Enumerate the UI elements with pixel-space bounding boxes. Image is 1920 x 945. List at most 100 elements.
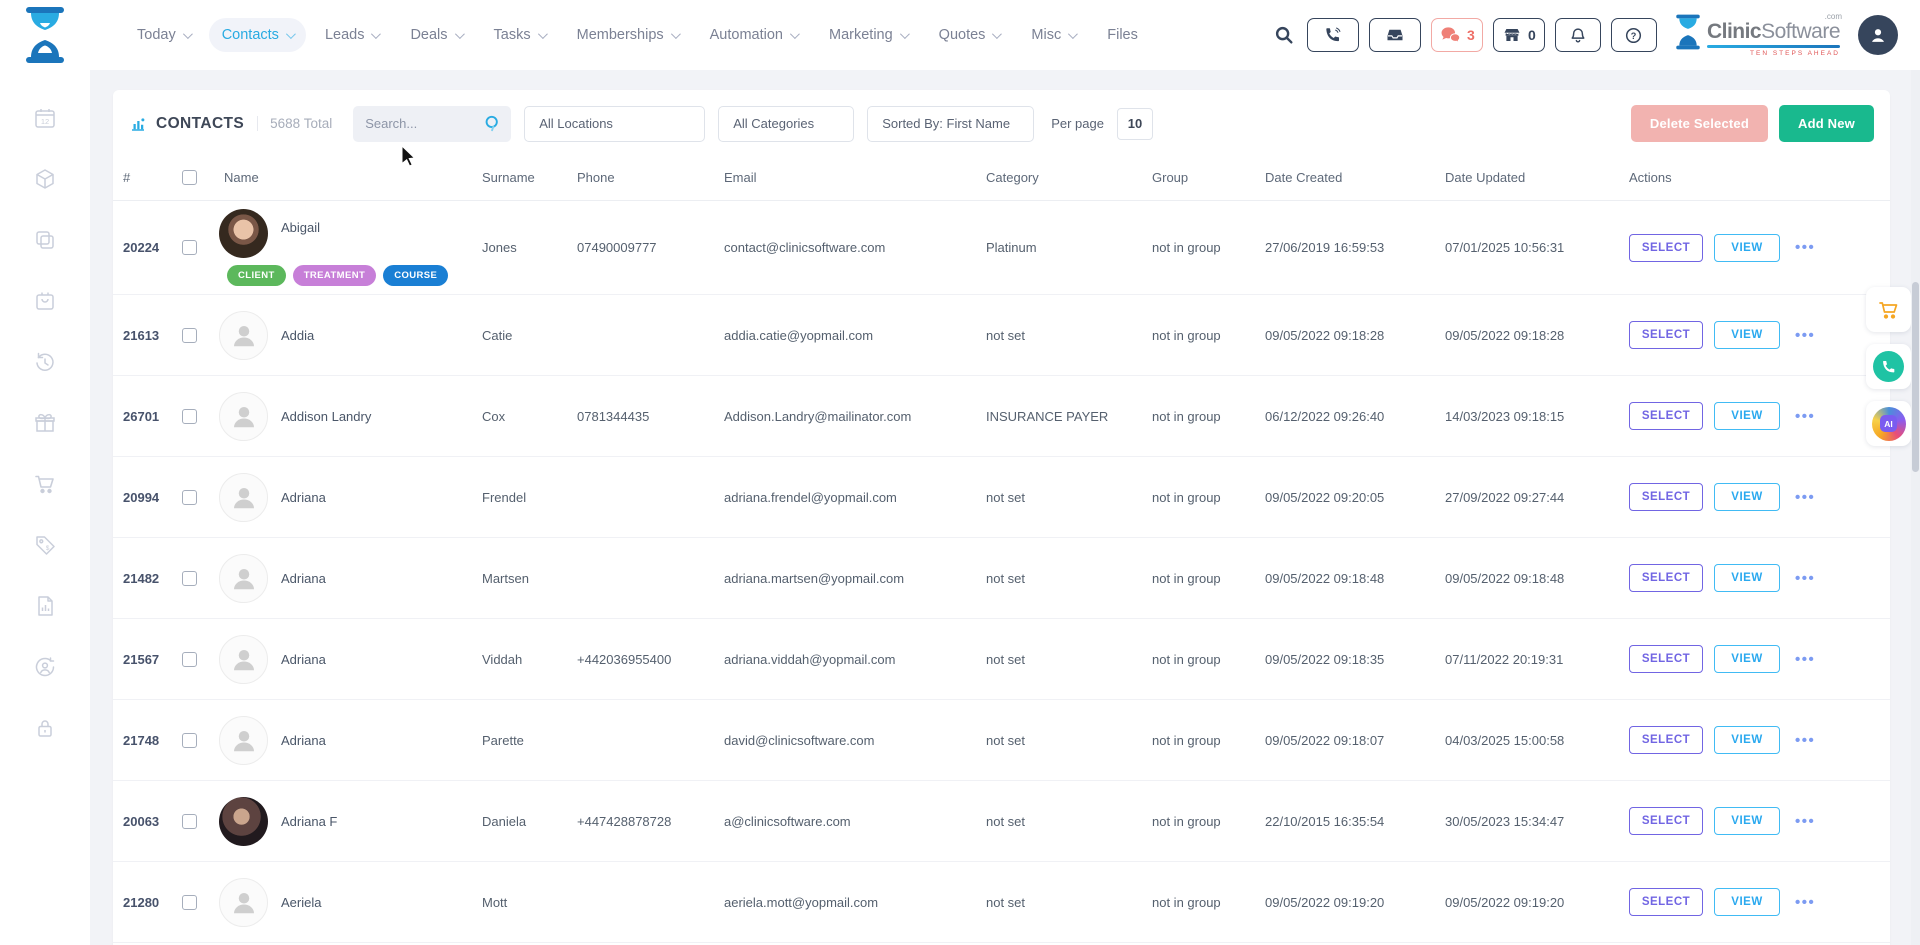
contact-avatar[interactable] [219, 878, 268, 927]
select-button[interactable]: SELECT [1629, 726, 1703, 754]
contact-name[interactable]: Adriana [281, 571, 326, 586]
more-actions-button[interactable]: ••• [1791, 327, 1819, 344]
nav-item-leads[interactable]: Leads [312, 18, 392, 52]
view-button[interactable]: VIEW [1714, 402, 1780, 430]
store-button[interactable]: 0 [1493, 18, 1545, 52]
more-actions-button[interactable]: ••• [1791, 894, 1819, 911]
view-button[interactable]: VIEW [1714, 564, 1780, 592]
select-button[interactable]: SELECT [1629, 888, 1703, 916]
select-button[interactable]: SELECT [1629, 321, 1703, 349]
phone-call-button[interactable] [1307, 18, 1359, 52]
categories-filter-select[interactable]: All Categories [718, 106, 854, 142]
view-button[interactable]: VIEW [1714, 726, 1780, 754]
copy-icon[interactable] [33, 228, 57, 252]
contact-avatar[interactable] [219, 311, 268, 360]
nav-item-marketing[interactable]: Marketing [816, 18, 920, 52]
nav-item-memberships[interactable]: Memberships [564, 18, 691, 52]
add-new-button[interactable]: Add New [1779, 105, 1874, 142]
price-tag-icon[interactable]: $ [33, 533, 57, 557]
user-avatar[interactable] [1858, 15, 1898, 55]
view-button[interactable]: VIEW [1714, 807, 1780, 835]
select-button[interactable]: SELECT [1629, 234, 1703, 262]
floating-ai-button[interactable]: AI [1866, 401, 1911, 446]
more-actions-button[interactable]: ••• [1791, 813, 1819, 830]
inbox-button[interactable] [1369, 18, 1421, 52]
row-checkbox[interactable] [182, 240, 197, 255]
badge-course[interactable]: COURSE [383, 265, 448, 286]
more-actions-button[interactable]: ••• [1791, 732, 1819, 749]
nav-item-today[interactable]: Today [124, 18, 203, 52]
package-icon[interactable] [33, 167, 57, 191]
badge-treatment[interactable]: TREATMENT [293, 265, 376, 286]
search-submit-icon[interactable] [483, 114, 502, 133]
more-actions-button[interactable]: ••• [1791, 570, 1819, 587]
calendar-icon[interactable]: 12 [33, 106, 57, 130]
nav-item-deals[interactable]: Deals [397, 18, 474, 52]
per-page-input[interactable] [1117, 108, 1153, 140]
sort-filter-select[interactable]: Sorted By: First Name [867, 106, 1034, 142]
select-button[interactable]: SELECT [1629, 483, 1703, 511]
lock-icon[interactable] [33, 716, 57, 740]
nav-item-contacts[interactable]: Contacts [209, 18, 306, 52]
select-button[interactable]: SELECT [1629, 807, 1703, 835]
chat-notifications-button[interactable]: 3 [1431, 18, 1483, 52]
more-actions-button[interactable]: ••• [1791, 651, 1819, 668]
delete-selected-button[interactable]: Delete Selected [1631, 105, 1768, 142]
contact-name[interactable]: Adriana F [281, 814, 337, 829]
row-checkbox[interactable] [182, 814, 197, 829]
contact-name[interactable]: Adriana [281, 490, 326, 505]
contact-avatar[interactable] [219, 716, 268, 765]
contact-name[interactable]: Addia [281, 328, 314, 343]
contact-name[interactable]: Aeriela [281, 895, 321, 910]
contact-avatar[interactable] [219, 209, 268, 258]
cart-icon[interactable] [33, 472, 57, 496]
select-button[interactable]: SELECT [1629, 645, 1703, 673]
select-all-checkbox[interactable] [182, 170, 197, 185]
order-bag-icon[interactable] [33, 289, 57, 313]
more-actions-button[interactable]: ••• [1791, 239, 1819, 256]
view-button[interactable]: VIEW [1714, 321, 1780, 349]
help-button[interactable]: ? [1611, 18, 1657, 52]
more-actions-button[interactable]: ••• [1791, 408, 1819, 425]
nav-item-tasks[interactable]: Tasks [481, 18, 558, 52]
contact-avatar[interactable] [219, 554, 268, 603]
report-icon[interactable] [33, 594, 57, 618]
clinicsoftware-logo-icon[interactable] [24, 7, 66, 63]
contact-avatar[interactable] [219, 473, 268, 522]
locations-filter-select[interactable]: All Locations [524, 106, 705, 142]
notifications-bell-button[interactable] [1555, 18, 1601, 52]
select-button[interactable]: SELECT [1629, 402, 1703, 430]
contact-name[interactable]: Adriana [281, 733, 326, 748]
row-checkbox[interactable] [182, 490, 197, 505]
nav-item-automation[interactable]: Automation [697, 18, 810, 52]
select-button[interactable]: SELECT [1629, 564, 1703, 592]
nav-item-files[interactable]: Files [1094, 18, 1151, 52]
contact-avatar[interactable] [219, 797, 268, 846]
row-checkbox[interactable] [182, 409, 197, 424]
scrollbar-thumb[interactable] [1912, 282, 1919, 472]
history-icon[interactable] [33, 350, 57, 374]
clinicsoftware-brand-logo[interactable]: .com ClinicSoftware TEN STEPS AHEAD [1675, 14, 1840, 57]
contact-name[interactable]: Addison Landry [281, 409, 371, 424]
view-button[interactable]: VIEW [1714, 483, 1780, 511]
account-icon[interactable] [33, 655, 57, 679]
row-checkbox[interactable] [182, 652, 197, 667]
row-checkbox[interactable] [182, 571, 197, 586]
floating-whatsapp-button[interactable] [1866, 344, 1911, 389]
badge-client[interactable]: CLIENT [227, 265, 286, 286]
view-button[interactable]: VIEW [1714, 234, 1780, 262]
contact-avatar[interactable] [219, 635, 268, 684]
more-actions-button[interactable]: ••• [1791, 489, 1819, 506]
contact-name[interactable]: Abigail [281, 220, 320, 235]
row-checkbox[interactable] [182, 895, 197, 910]
row-checkbox[interactable] [182, 328, 197, 343]
nav-item-quotes[interactable]: Quotes [926, 18, 1013, 52]
gift-icon[interactable] [33, 411, 57, 435]
contact-name[interactable]: Adriana [281, 652, 326, 667]
row-checkbox[interactable] [182, 733, 197, 748]
view-button[interactable]: VIEW [1714, 888, 1780, 916]
contact-avatar[interactable] [219, 392, 268, 441]
floating-cart-button[interactable] [1866, 287, 1911, 332]
view-button[interactable]: VIEW [1714, 645, 1780, 673]
nav-item-misc[interactable]: Misc [1018, 18, 1088, 52]
